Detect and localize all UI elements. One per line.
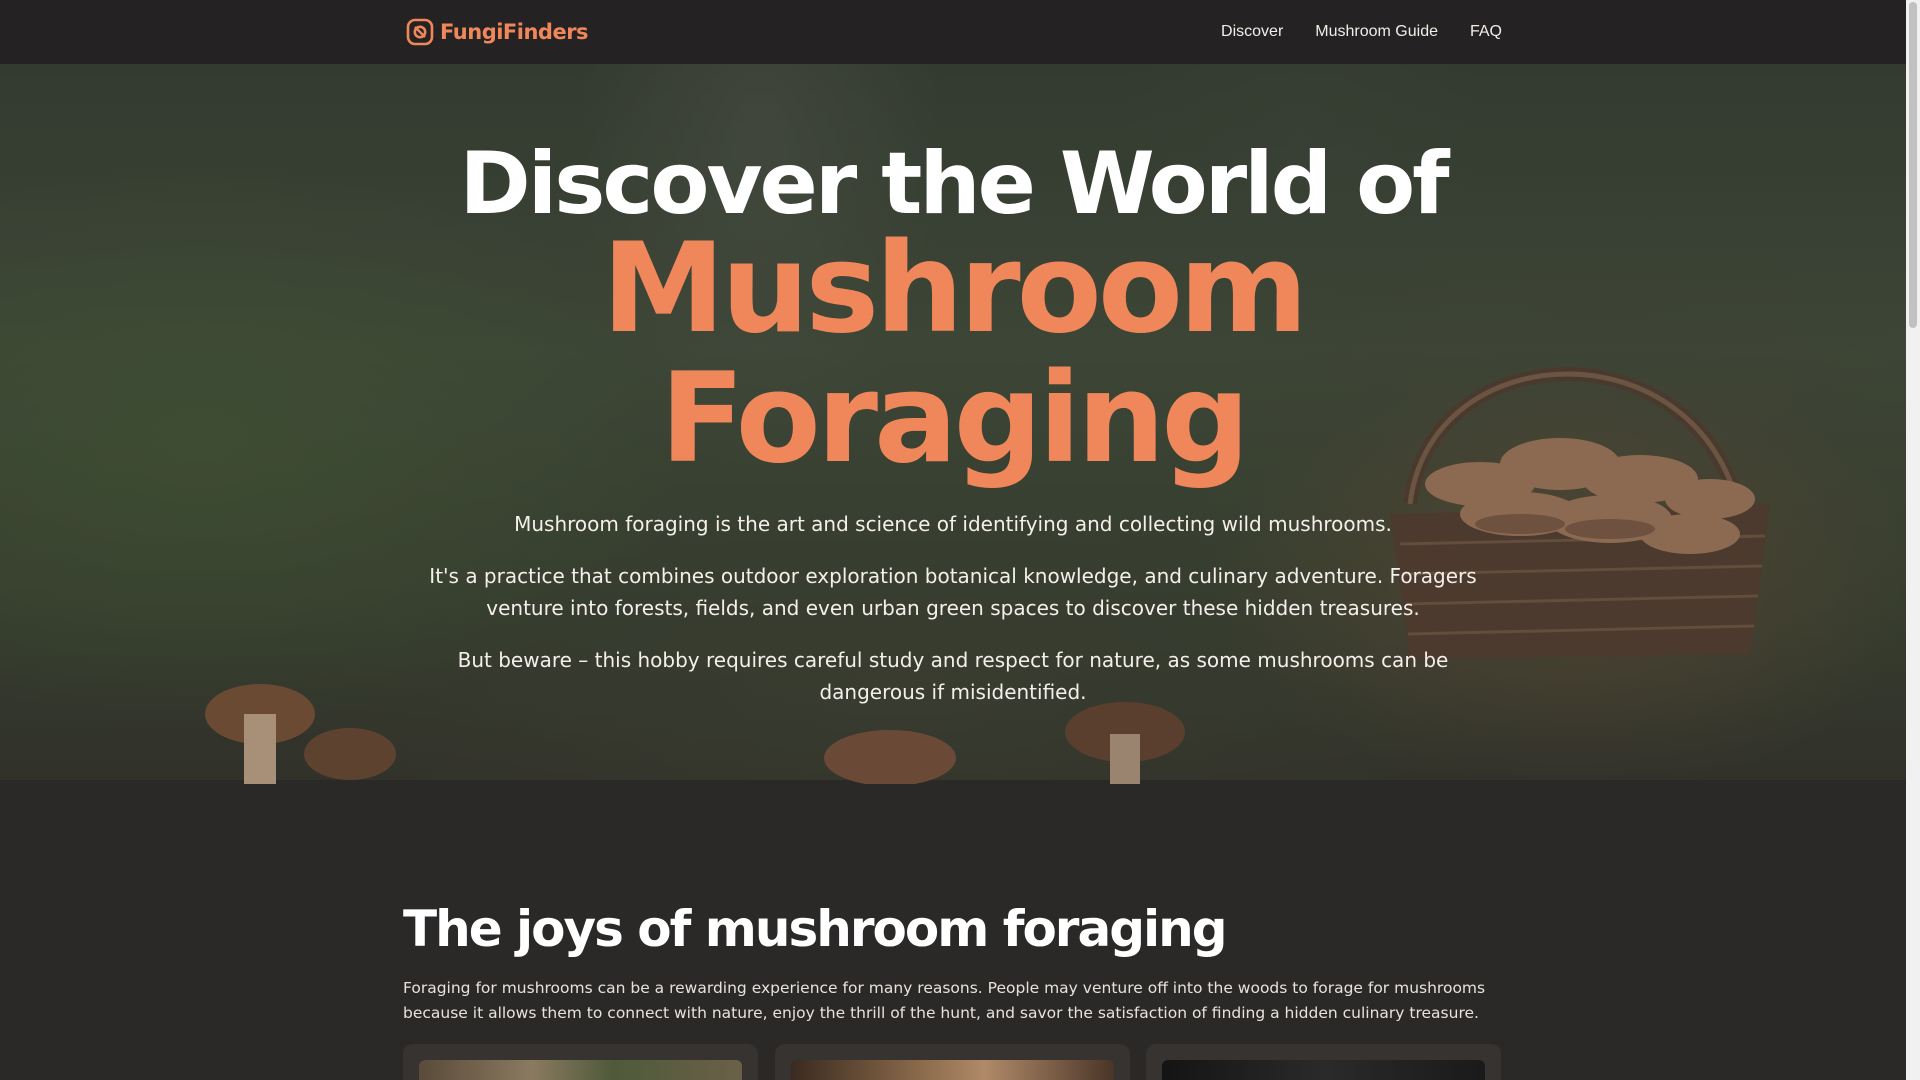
card[interactable] (1146, 1044, 1501, 1080)
hero-paragraph-2: It's a practice that combines outdoor ex… (429, 564, 1477, 620)
nav-link-discover[interactable]: Discover (1221, 23, 1283, 41)
card-grid (403, 1044, 1503, 1080)
hero-content: Discover the World of Mushroom Foraging … (0, 64, 1906, 780)
hero-paragraph-1: Mushroom foraging is the art and science… (514, 512, 1392, 536)
hero-paragraph-3: But beware – this hobby requires careful… (457, 648, 1449, 704)
hero-accent-word-2: Foraging (659, 347, 1250, 491)
brand-logo-link[interactable]: FungiFinders (406, 16, 589, 48)
card[interactable] (775, 1044, 1130, 1080)
hero-accent-word-1: Mushroom (601, 217, 1309, 361)
scrollbar-thumb[interactable] (1909, 2, 1917, 328)
mushroom-logo-icon (406, 18, 434, 46)
nav-links: Discover Mushroom Guide FAQ (1221, 0, 1502, 64)
page-scrollbar[interactable] (1906, 0, 1920, 1080)
nav-link-faq[interactable]: FAQ (1470, 23, 1502, 41)
section-description: Foraging for mushrooms can be a rewardin… (403, 979, 1486, 1022)
section-title: The joys of mushroom foraging (403, 900, 1228, 958)
card-image (419, 1060, 742, 1080)
card-image (791, 1060, 1114, 1080)
card[interactable] (403, 1044, 758, 1080)
page: FungiFinders Discover Mushroom Guide FAQ (0, 0, 1906, 1080)
card-image (1162, 1060, 1485, 1080)
nav-link-mushroom-guide[interactable]: Mushroom Guide (1315, 23, 1438, 41)
hero-section: Discover the World of Mushroom Foraging … (0, 64, 1906, 784)
hero-accent-heading: Mushroom Foraging (0, 224, 1906, 484)
top-navigation: FungiFinders Discover Mushroom Guide FAQ (0, 0, 1906, 64)
brand-name: FungiFinders (440, 20, 589, 44)
